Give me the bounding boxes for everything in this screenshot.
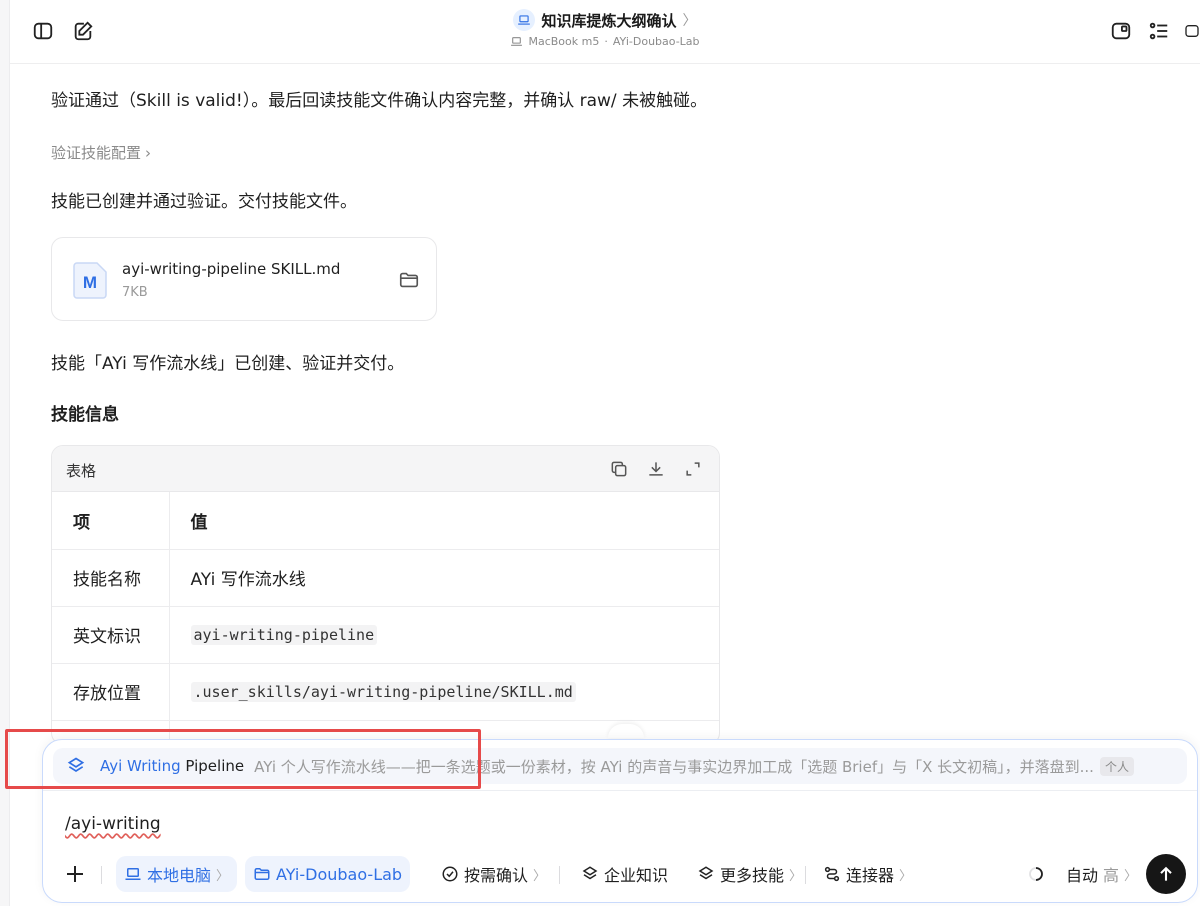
folder-icon [254, 868, 270, 880]
column-header-key: 项 [52, 492, 170, 550]
message-input[interactable]: /ayi-writing [65, 814, 161, 834]
layers-icon [698, 866, 714, 880]
table-row: 英文标识 ayi-writing-pipeline [52, 606, 719, 664]
left-sidebar-edge [0, 0, 10, 906]
table-header-row: 项 值 [52, 492, 719, 550]
verify-message: 验证通过（Skill is valid!）。最后回读技能文件确认内容完整，并确认… [51, 91, 708, 111]
composer-divider [43, 790, 1197, 791]
enterprise-knowledge-button[interactable]: 企业知识 [581, 856, 668, 892]
table-title: 表格 [66, 462, 97, 480]
verify-step-label: 验证技能配置 [51, 144, 142, 162]
scroll-to-bottom-button[interactable] [608, 724, 644, 738]
chevron-icon: 〉 [216, 868, 230, 884]
row-value: ayi-writing-pipeline [169, 606, 719, 664]
svg-text:M: M [83, 273, 97, 292]
expand-icon[interactable] [683, 459, 703, 479]
toolbar-divider [101, 866, 102, 884]
panel-icon [1185, 25, 1199, 37]
subtitle-separator: · [604, 35, 608, 48]
markdown-file-icon: M [73, 262, 107, 299]
device-name: MacBook m5 [528, 35, 600, 48]
table-header-bar: 表格 [52, 446, 719, 492]
chevron-icon: 〉 [1124, 868, 1138, 884]
workspace-name: AYi-Doubao-Lab [612, 35, 700, 48]
square-plus-icon [1111, 22, 1131, 40]
message-composer: Ayi Writing Pipeline AYi 个人写作流水线——把一条选题或… [42, 739, 1198, 903]
checklist-icon [1149, 22, 1168, 40]
toolbar-divider [559, 866, 560, 884]
confirm-mode-button[interactable]: 按需确认 〉 [441, 856, 546, 892]
delivered-message: 技能「AYi 写作流水线」已创建、验证并交付。 [51, 354, 405, 374]
top-header: 知识库提炼大纲确认 〉 MacBook m5 · AYi-Doubao-Lab [10, 0, 1200, 64]
open-folder-icon[interactable] [398, 269, 420, 291]
skill-suggestion[interactable]: Ayi Writing Pipeline AYi 个人写作流水线——把一条选题或… [53, 748, 1187, 784]
created-message: 技能已创建并通过验证。交付技能文件。 [51, 192, 357, 212]
table-row: 存放位置 .user_skills/ayi-writing-pipeline/S… [52, 663, 719, 721]
panel-button[interactable] [1184, 18, 1200, 44]
file-name: ayi-writing-pipeline SKILL.md [122, 260, 341, 278]
chevron-icon: 〉 [533, 868, 547, 884]
row-key: 英文标识 [52, 606, 170, 664]
suggestion-name: Ayi Writing Pipeline [100, 757, 245, 775]
copy-icon[interactable] [609, 459, 629, 479]
skill-file-card[interactable]: M ayi-writing-pipeline SKILL.md 7KB [51, 237, 437, 321]
title-chevron-icon: 〉 [682, 13, 697, 29]
laptop-icon [511, 37, 523, 46]
suggestion-description: AYi 个人写作流水线——把一条选题或一份素材，按 AYi 的声音与事实边界加工… [254, 757, 1094, 776]
check-circle-icon [442, 866, 458, 882]
connector-icon [824, 866, 840, 882]
verify-step-toggle[interactable]: 验证技能配置 › [51, 142, 151, 163]
laptop-icon [125, 868, 141, 880]
table-row: 技能名称 AYi 写作流水线 [52, 549, 719, 607]
level-label: 高 [1103, 866, 1120, 885]
chat-title: 知识库提炼大纲确认 [541, 11, 677, 30]
code-value: ayi-writing-pipeline [190, 624, 378, 645]
loading-spinner-icon [1029, 867, 1043, 881]
chevron-right-icon: › [145, 143, 152, 162]
layers-icon [582, 866, 598, 880]
file-size: 7KB [122, 285, 148, 300]
skill-info-table: 表格 项 值 技能名称 AYi 写作流水线 英文标识 ayi-writing-p… [51, 445, 720, 745]
plus-icon[interactable] [63, 862, 87, 886]
row-value: .user_skills/ayi-writing-pipeline/SKILL.… [169, 663, 719, 721]
row-value: AYi 写作流水线 [169, 549, 719, 607]
workspace-button[interactable]: AYi-Doubao-Lab [245, 856, 411, 892]
column-header-value: 值 [169, 492, 719, 550]
local-computer-button[interactable]: 本地电脑 〉 [116, 856, 238, 892]
arrow-up-icon [1160, 866, 1172, 881]
layers-icon [67, 757, 85, 772]
chevron-icon: 〉 [789, 868, 803, 884]
chat-title-area[interactable]: 知识库提炼大纲确认 〉 MacBook m5 · AYi-Doubao-Lab [10, 9, 1200, 52]
auto-mode-button[interactable]: 自动 高 〉 [1027, 856, 1137, 892]
row-key: 存放位置 [52, 663, 170, 721]
code-value: .user_skills/ayi-writing-pipeline/SKILL.… [190, 681, 576, 702]
laptop-badge-icon [513, 9, 536, 31]
skill-info-heading: 技能信息 [51, 405, 119, 425]
share-button[interactable] [1108, 18, 1134, 44]
suggestion-tag: 个人 [1099, 756, 1134, 776]
send-button[interactable] [1146, 854, 1186, 894]
composer-toolbar: 本地电脑 〉 AYi-Doubao-Lab 按需确认 〉 企业知识 更多技能 〉… [43, 854, 1197, 894]
chevron-icon: 〉 [899, 868, 913, 884]
more-skills-button[interactable]: 更多技能 〉 [697, 856, 802, 892]
toolbar-divider [805, 866, 806, 884]
task-list-button[interactable] [1146, 18, 1172, 44]
table-body: 项 值 技能名称 AYi 写作流水线 英文标识 ayi-writing-pipe… [52, 492, 719, 744]
connectors-button[interactable]: 连接器 〉 [823, 856, 912, 892]
download-icon[interactable] [646, 459, 666, 479]
row-key: 技能名称 [52, 549, 170, 607]
